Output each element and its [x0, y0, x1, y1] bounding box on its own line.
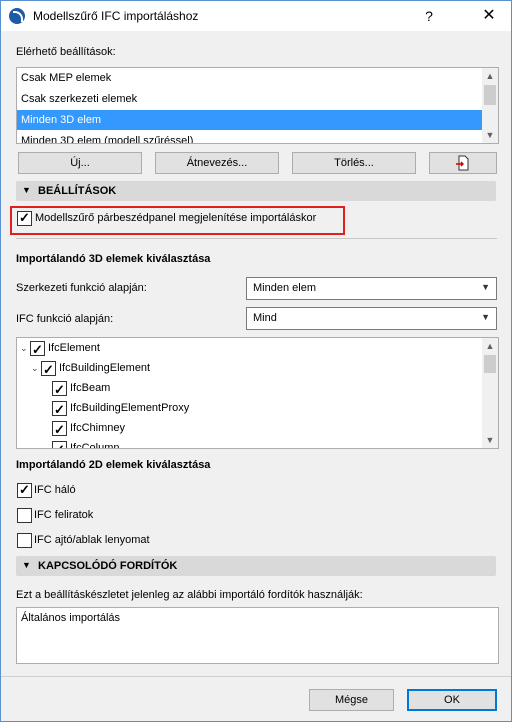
dialog-content: Elérhető beállítások: Csak MEP elemek Cs…	[1, 31, 511, 721]
tree-checkbox[interactable]	[52, 420, 67, 440]
presets-list[interactable]: Csak MEP elemek Csak szerkezeti elemek M…	[16, 67, 499, 144]
ifc-function-label: IFC funkció alapján:	[16, 313, 114, 325]
tree-label: IfcBuildingElement	[59, 362, 151, 374]
scroll-down-icon[interactable]: ▼	[482, 432, 498, 448]
delete-button[interactable]: Törlés...	[292, 152, 416, 174]
rename-button[interactable]: Átnevezés...	[155, 152, 279, 174]
presets-scrollbar[interactable]: ▲ ▼	[482, 68, 498, 143]
export-file-icon	[456, 155, 469, 171]
tree-row[interactable]: ⌄ IfcElement	[17, 338, 477, 360]
tree-checkbox[interactable]	[41, 360, 56, 380]
settings-section-header[interactable]: ▼ BEÁLLÍTÁSOK	[16, 181, 496, 201]
elements3d-heading: Importálandó 3D elemek kiválasztása	[16, 253, 211, 265]
expand-chevron-icon[interactable]: ⌄	[20, 338, 28, 358]
new-button[interactable]: Új...	[18, 152, 142, 174]
structural-function-label: Szerkezeti funkció alapján:	[16, 282, 147, 294]
ifc-element-tree[interactable]: ⌄ IfcElement ⌄ IfcBuildingElement IfcBea…	[16, 337, 499, 449]
tree-label: IfcElement	[48, 342, 100, 354]
translator-item: Általános importálás	[21, 612, 121, 624]
ifc-mesh-checkbox[interactable]	[17, 482, 32, 498]
list-item[interactable]: Minden 3D elem (modell szűréssel)	[17, 131, 486, 143]
scroll-thumb[interactable]	[484, 355, 496, 373]
tree-checkbox[interactable]	[52, 380, 67, 400]
archicad-app-icon	[9, 8, 25, 24]
tree-checkbox[interactable]	[30, 340, 45, 360]
collapse-triangle-icon: ▼	[22, 560, 31, 570]
tree-row[interactable]: IfcColumn	[17, 438, 477, 449]
divider	[16, 238, 497, 239]
ifc-mesh-label: IFC háló	[34, 484, 76, 496]
tree-row[interactable]: ⌄ IfcBuildingElement	[17, 358, 477, 380]
translators-description: Ezt a beállításkészletet jelenleg az alá…	[16, 589, 363, 601]
ifc-function-select[interactable]: Mind ▼	[246, 307, 497, 330]
tree-checkbox[interactable]	[52, 440, 67, 448]
translators-section-title: KAPCSOLÓDÓ FORDÍTÓK	[38, 560, 178, 572]
cancel-button[interactable]: Mégse	[309, 689, 394, 711]
tree-row[interactable]: IfcChimney	[17, 418, 477, 440]
tree-label: IfcBeam	[70, 382, 111, 394]
chevron-down-icon: ▼	[481, 312, 490, 322]
ifc-labels-checkbox[interactable]	[17, 508, 32, 523]
list-item[interactable]: Csak szerkezeti elemek	[17, 89, 486, 109]
window-title: Modellszűrő IFC importáláshoz	[33, 9, 199, 23]
help-button[interactable]: ?	[415, 4, 443, 28]
scroll-up-icon[interactable]: ▲	[482, 68, 498, 84]
elements2d-heading: Importálandó 2D elemek kiválasztása	[16, 459, 211, 471]
ifc-labels-label: IFC feliratok	[34, 509, 94, 521]
scroll-up-icon[interactable]: ▲	[482, 338, 498, 354]
export-button[interactable]	[429, 152, 497, 174]
scroll-down-icon[interactable]: ▼	[482, 127, 498, 143]
show-dialog-checkbox[interactable]	[17, 210, 32, 226]
ifc-door-window-label: IFC ajtó/ablak lenyomat	[34, 534, 150, 546]
presets-label: Elérhető beállítások:	[16, 46, 116, 58]
translators-section-header[interactable]: ▼ KAPCSOLÓDÓ FORDÍTÓK	[16, 556, 496, 576]
tree-label: IfcColumn	[70, 442, 120, 449]
translators-list: Általános importálás	[16, 607, 499, 664]
title-bar: Modellszűrő IFC importáláshoz ? ✕	[1, 1, 511, 31]
close-button[interactable]: ✕	[475, 4, 503, 28]
dialog-window: Modellszűrő IFC importáláshoz ? ✕ Elérhe…	[0, 0, 512, 722]
structural-function-value: Minden elem	[253, 282, 316, 294]
collapse-triangle-icon: ▼	[22, 185, 31, 195]
tree-row[interactable]: IfcBuildingElementProxy	[17, 398, 477, 420]
tree-scrollbar[interactable]: ▲ ▼	[482, 338, 498, 448]
ifc-door-window-checkbox[interactable]	[17, 533, 32, 548]
show-dialog-label: Modellszűrő párbeszédpanel megjelenítése…	[35, 212, 317, 224]
list-item[interactable]: Csak MEP elemek	[17, 68, 486, 88]
chevron-down-icon: ▼	[481, 282, 490, 292]
tree-label: IfcChimney	[70, 422, 126, 434]
footer-divider	[1, 676, 511, 677]
structural-function-select[interactable]: Minden elem ▼	[246, 277, 497, 300]
tree-row[interactable]: IfcBeam	[17, 378, 477, 400]
tree-checkbox[interactable]	[52, 400, 67, 420]
settings-section-title: BEÁLLÍTÁSOK	[38, 185, 117, 197]
ifc-function-value: Mind	[253, 312, 277, 324]
ok-button[interactable]: OK	[407, 689, 497, 711]
tree-label: IfcBuildingElementProxy	[70, 402, 190, 414]
expand-chevron-icon[interactable]: ⌄	[31, 358, 39, 378]
scroll-thumb[interactable]	[484, 85, 496, 105]
list-item-selected[interactable]: Minden 3D elem	[17, 110, 486, 130]
